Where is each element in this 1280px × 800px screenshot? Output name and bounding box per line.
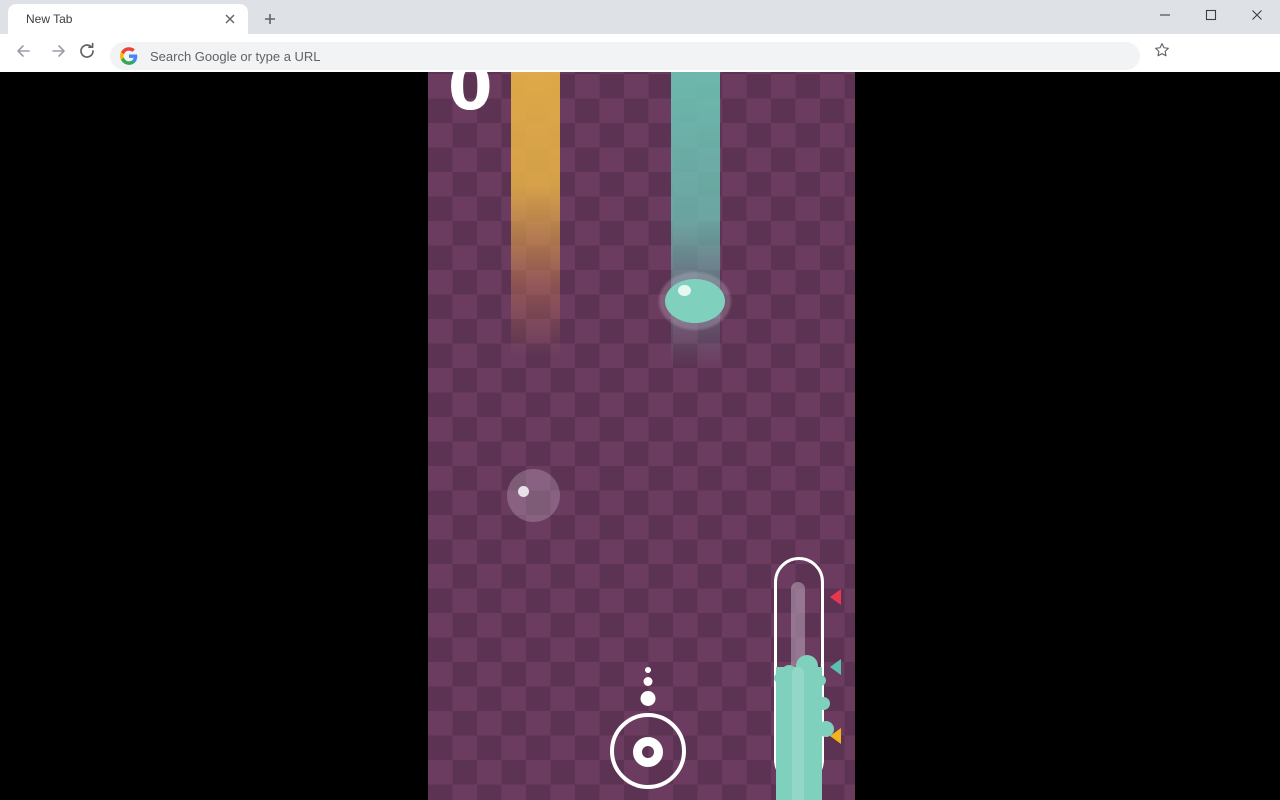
- window-controls: [1142, 0, 1280, 34]
- reload-icon: [77, 41, 97, 66]
- tab-strip: New Tab: [0, 0, 1280, 34]
- teal-ball[interactable]: [665, 279, 725, 323]
- new-tab-button[interactable]: [256, 7, 284, 35]
- score-display: 0: [448, 72, 493, 125]
- marker-teal-icon: [830, 659, 841, 675]
- address-bar[interactable]: [110, 42, 1140, 70]
- fill-meter[interactable]: [774, 557, 834, 800]
- close-icon: [1251, 8, 1263, 26]
- tab-title: New Tab: [26, 12, 73, 26]
- close-icon[interactable]: [222, 11, 238, 27]
- arrow-back-icon: [13, 41, 33, 66]
- browser-toolbar: [0, 34, 1280, 100]
- browser-chrome: New Tab: [0, 0, 1280, 100]
- star-outline-icon: [1153, 41, 1171, 64]
- maximize-icon: [1205, 8, 1217, 26]
- back-button[interactable]: [8, 38, 38, 68]
- gray-ball[interactable]: [507, 469, 560, 522]
- plus-icon: [262, 11, 278, 32]
- nozzle-dot-medium: [643, 677, 653, 686]
- yellow-beam: [511, 72, 560, 357]
- marker-red-icon: [830, 589, 841, 605]
- page-viewport: 0: [0, 72, 1280, 800]
- nozzle-dot-large: [640, 691, 656, 706]
- forward-button[interactable]: [44, 38, 74, 68]
- fill-meter-sheen: [792, 667, 804, 800]
- arrow-forward-icon: [49, 41, 69, 66]
- nozzle-dot-small: [645, 667, 651, 673]
- nozzle-inner-ring: [633, 737, 663, 767]
- gray-ball-highlight: [518, 486, 529, 497]
- target-nozzle[interactable]: [603, 667, 693, 797]
- marker-yellow-icon: [830, 728, 841, 744]
- fill-meter-liquid: [776, 667, 822, 800]
- browser-tab[interactable]: New Tab: [8, 4, 248, 34]
- reload-button[interactable]: [72, 38, 102, 68]
- window-close-button[interactable]: [1234, 0, 1280, 34]
- game-canvas[interactable]: 0: [428, 72, 855, 800]
- teal-ball-highlight: [678, 285, 691, 296]
- window-minimize-button[interactable]: [1142, 0, 1188, 34]
- bookmark-button[interactable]: [1148, 38, 1176, 66]
- google-g-icon: [120, 47, 138, 65]
- search-input[interactable]: [150, 48, 1140, 64]
- window-maximize-button[interactable]: [1188, 0, 1234, 34]
- minimize-icon: [1159, 8, 1171, 26]
